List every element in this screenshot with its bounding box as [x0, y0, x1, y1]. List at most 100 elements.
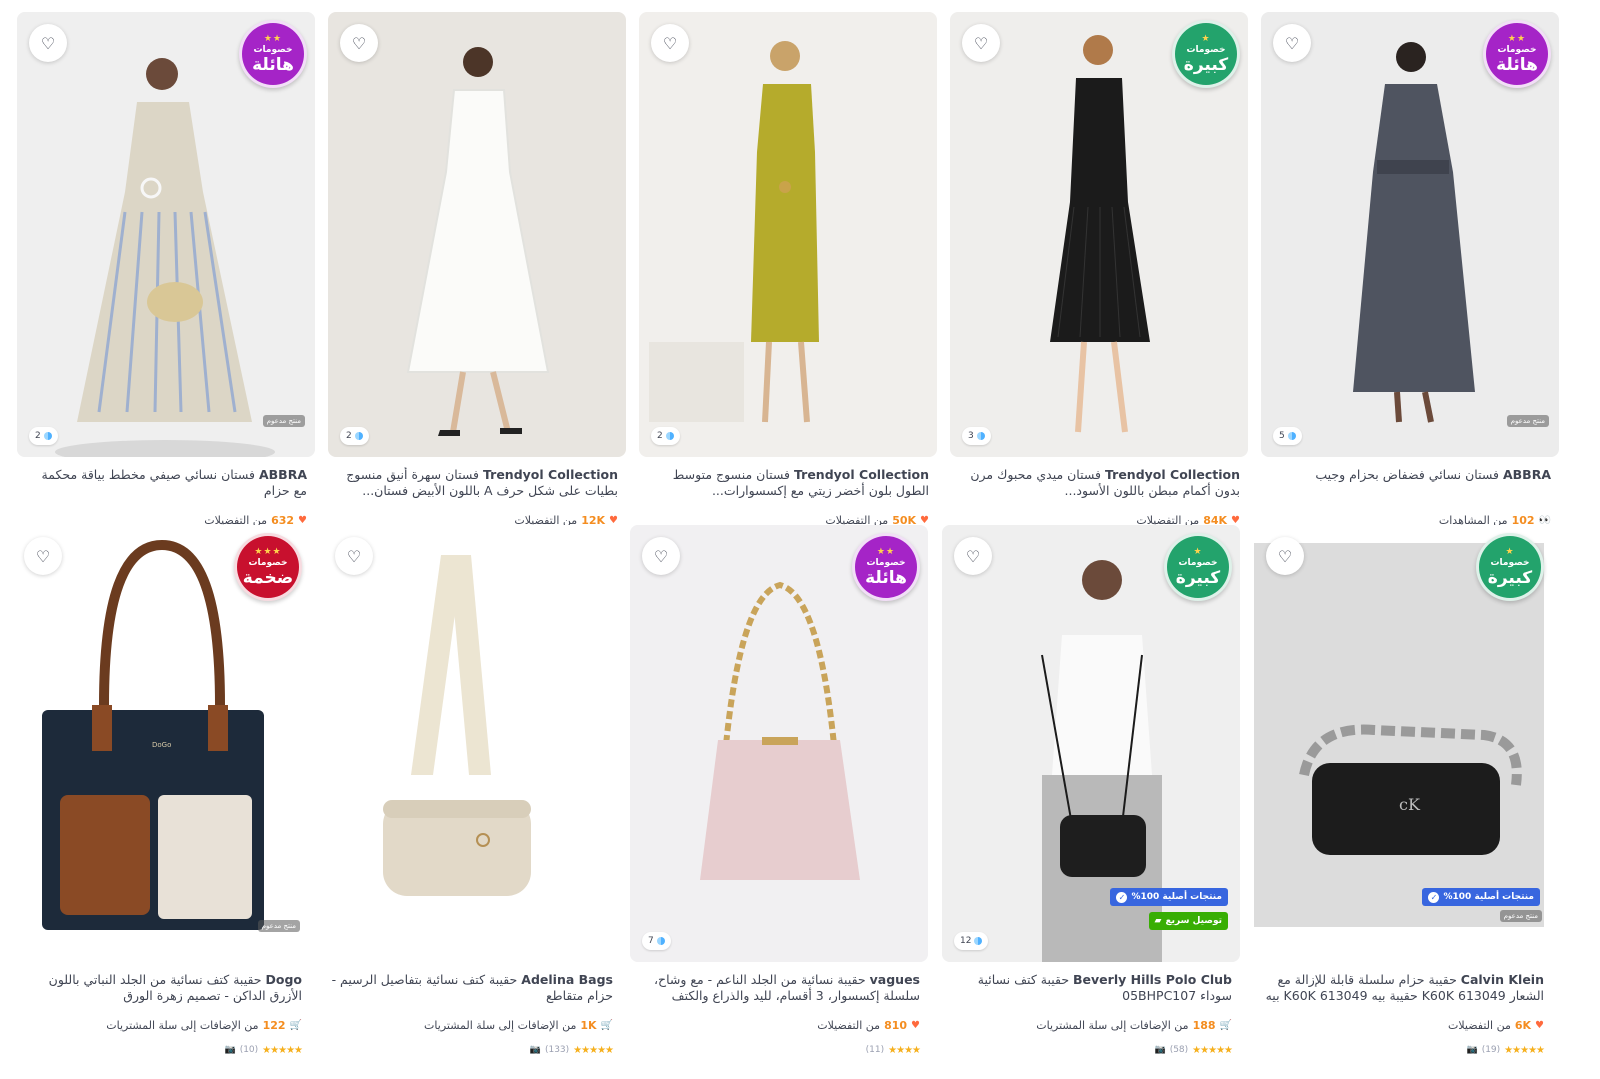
color-count[interactable]: 12 — [954, 932, 989, 950]
discount-badge: ★ خصومات كبيرة — [1476, 533, 1544, 601]
heart-outline-icon: ♡ — [973, 33, 989, 53]
color-count[interactable]: 7 — [642, 932, 671, 950]
product-rating: ★★★★★ (58) 📷 — [1154, 1044, 1233, 1056]
product-card[interactable]: ♡ Adelina Bags حقيبة كتف نسائية بتفاصيل … — [323, 525, 621, 1056]
truck-icon: ▰ — [1154, 916, 1162, 926]
product-title[interactable]: Trendyol Collection فستان منسوج متوسط ال… — [639, 467, 937, 499]
product-stat: ♥ 6K من التفضيلات — [1448, 1018, 1544, 1032]
color-count[interactable]: 3 — [962, 427, 991, 445]
eyes-icon: 👀 — [1538, 514, 1551, 526]
product-title[interactable]: Trendyol Collection فستان ميدي محبوك مرن… — [950, 467, 1248, 499]
heart-icon: ♥ — [609, 514, 618, 526]
wishlist-button[interactable]: ♡ — [954, 537, 992, 575]
color-swatch-icon — [665, 432, 674, 440]
product-rating: ★★★★★ (10) 📷 — [224, 1044, 303, 1056]
product-card[interactable]: ♡ ★★ خصومات هائلة منتج مدعوم 5 ABBRA فست… — [1261, 12, 1559, 527]
svg-text:DoGo: DoGo — [152, 741, 171, 749]
product-card[interactable]: ♡ 2 Trendyol Collection فستان منسوج متوس… — [639, 12, 937, 527]
star-icon: ★★★ — [254, 546, 282, 557]
product-photo — [323, 525, 621, 962]
wishlist-button[interactable]: ♡ — [335, 537, 373, 575]
wishlist-button[interactable]: ♡ — [1273, 24, 1311, 62]
wishlist-button[interactable]: ♡ — [1266, 537, 1304, 575]
product-image[interactable]: ♡ — [323, 525, 621, 962]
wishlist-button[interactable]: ♡ — [29, 24, 67, 62]
camera-icon: 📷 — [529, 1045, 541, 1055]
discount-badge: ★ خصومات كبيرة — [1164, 533, 1232, 601]
checkmark-icon: ✓ — [1428, 891, 1440, 903]
heart-icon: ♥ — [911, 1019, 920, 1031]
product-image[interactable]: cK ♡ ★ خصومات كبيرة منتجات أصلية 100% ✓ … — [1254, 525, 1552, 962]
product-title[interactable]: Calvin Klein حقيبة حزام سلسلة قابلة للإز… — [1254, 972, 1552, 1004]
product-image[interactable]: ♡ ★★ خصومات هائلة 7 — [630, 525, 928, 962]
product-card[interactable]: DoGo ♡ ★★★ خصومات ضخمة منتج مدعوم Dogo ح… — [12, 525, 310, 1056]
product-image[interactable]: ♡ ★ خصومات كبيرة 3 — [950, 12, 1248, 457]
product-title[interactable]: Dogo حقيبة كتف نسائية من الجلد النباتي ب… — [12, 972, 310, 1004]
product-rating: ★★★★★ (133) 📷 — [529, 1044, 614, 1056]
heart-outline-icon: ♡ — [653, 546, 669, 566]
product-image[interactable]: DoGo ♡ ★★★ خصومات ضخمة منتج مدعوم — [12, 525, 310, 962]
camera-icon: 📷 — [224, 1045, 236, 1055]
product-card[interactable]: ♡ 2 Trendyol Collection فستان سهرة أنيق … — [328, 12, 626, 527]
product-stat: 🛒 188 من الإضافات إلى سلة المشتريات — [1036, 1018, 1232, 1032]
color-swatch-icon — [43, 432, 52, 440]
camera-icon: 📷 — [1466, 1045, 1478, 1055]
color-swatch-icon — [976, 432, 985, 440]
cart-add-icon: 🛒 — [600, 1019, 613, 1031]
product-image[interactable]: ♡ ★★ خصومات هائلة منتج مدعوم 2 — [17, 12, 315, 457]
product-title[interactable]: Trendyol Collection فستان سهرة أنيق منسو… — [328, 467, 626, 499]
star-icon: ★ — [1201, 33, 1211, 44]
heart-icon: ♥ — [1535, 1019, 1544, 1031]
wishlist-button[interactable]: ♡ — [962, 24, 1000, 62]
product-title[interactable]: ABBRA فستان نسائي فضفاض بحزام وجيب — [1261, 467, 1559, 499]
heart-outline-icon: ♡ — [1284, 33, 1300, 53]
star-icon: ★★ — [876, 546, 896, 557]
sponsored-label: منتج مدعوم — [1499, 910, 1542, 922]
product-image[interactable]: ♡ ★ خصومات كبيرة منتجات أصلية 100% ✓ توص… — [942, 525, 1240, 962]
star-icon: ★★ — [1507, 33, 1527, 44]
product-card[interactable]: ♡ ★★ خصومات هائلة 7 vagues حقيبة نسائية … — [630, 525, 928, 1056]
color-count[interactable]: 2 — [29, 427, 58, 445]
product-stat: ♥ 810 من التفضيلات — [817, 1018, 920, 1032]
heart-outline-icon: ♡ — [35, 546, 51, 566]
product-title[interactable]: vagues حقيبة نسائية من الجلد الناعم - مع… — [630, 972, 928, 1004]
heart-outline-icon: ♡ — [351, 33, 367, 53]
fast-delivery-badge: توصيل سريع ▰ — [1148, 912, 1228, 930]
heart-outline-icon: ♡ — [40, 33, 56, 53]
product-card[interactable]: cK ♡ ★ خصومات كبيرة منتجات أصلية 100% ✓ … — [1254, 525, 1552, 1056]
cart-add-icon: 🛒 — [289, 1019, 302, 1031]
product-image[interactable]: ♡ ★★ خصومات هائلة منتج مدعوم 5 — [1261, 12, 1559, 457]
discount-badge: ★★ خصومات هائلة — [239, 20, 307, 88]
color-swatch-icon — [656, 937, 665, 945]
original-products-badge: منتجات أصلية 100% ✓ — [1110, 888, 1228, 906]
discount-badge: ★★ خصومات هائلة — [1483, 20, 1551, 88]
product-card[interactable]: ♡ ★★ خصومات هائلة منتج مدعوم 2 ABBRA فست… — [17, 12, 315, 527]
color-swatch-icon — [354, 432, 363, 440]
heart-icon: ♥ — [298, 514, 307, 526]
color-swatch-icon — [1287, 432, 1296, 440]
product-title[interactable]: Beverly Hills Polo Club حقيبة كتف نسائية… — [942, 972, 1240, 1004]
color-count[interactable]: 2 — [651, 427, 680, 445]
product-card[interactable]: ♡ ★ خصومات كبيرة منتجات أصلية 100% ✓ توص… — [942, 525, 1240, 1056]
color-count[interactable]: 5 — [1273, 427, 1302, 445]
wishlist-button[interactable]: ♡ — [651, 24, 689, 62]
product-image[interactable]: ♡ 2 — [639, 12, 937, 457]
heart-icon: ♥ — [920, 514, 929, 526]
cart-add-icon: 🛒 — [1219, 1019, 1232, 1031]
star-icon: ★ — [1193, 546, 1203, 557]
product-stat: 🛒 1K من الإضافات إلى سلة المشتريات — [424, 1018, 613, 1032]
heart-outline-icon: ♡ — [662, 33, 678, 53]
product-image[interactable]: ♡ 2 — [328, 12, 626, 457]
product-title[interactable]: Adelina Bags حقيبة كتف نسائية بتفاصيل ال… — [323, 972, 621, 1004]
original-products-badge: منتجات أصلية 100% ✓ — [1422, 888, 1540, 906]
color-count[interactable]: 2 — [340, 427, 369, 445]
sponsored-label: منتج مدعوم — [262, 415, 305, 427]
product-title[interactable]: ABBRA فستان نسائي صيفي مخطط بياقة محكمة … — [17, 467, 315, 499]
wishlist-button[interactable]: ♡ — [340, 24, 378, 62]
sponsored-label: منتج مدعوم — [1506, 415, 1549, 427]
product-card[interactable]: ♡ ★ خصومات كبيرة 3 Trendyol Collection ف… — [950, 12, 1248, 527]
wishlist-button[interactable]: ♡ — [24, 537, 62, 575]
star-icon: ★ — [1505, 546, 1515, 557]
color-swatch-icon — [974, 937, 983, 945]
wishlist-button[interactable]: ♡ — [642, 537, 680, 575]
